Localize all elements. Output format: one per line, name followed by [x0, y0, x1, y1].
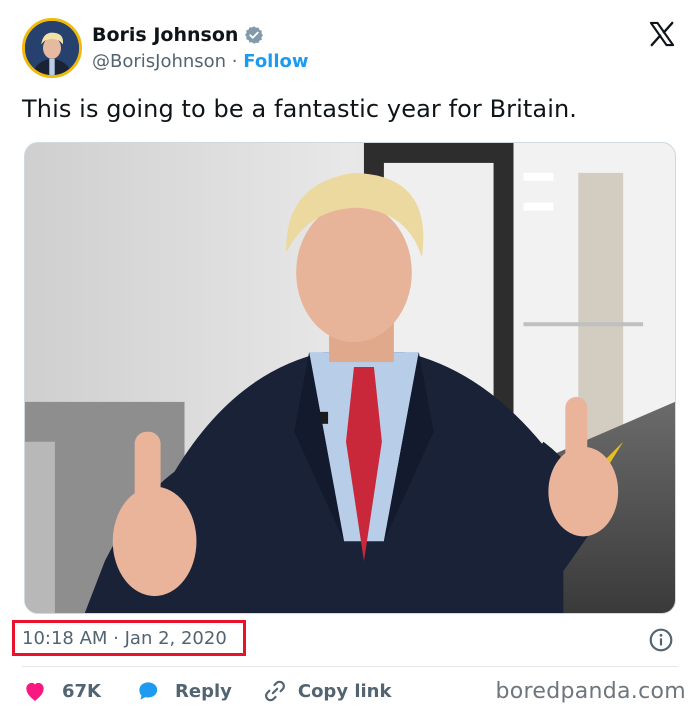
- info-icon[interactable]: [648, 627, 674, 653]
- separator: ·: [226, 51, 244, 72]
- link-icon: [264, 680, 285, 702]
- copy-link-label: Copy link: [297, 680, 392, 702]
- handle[interactable]: @BorisJohnson: [92, 51, 226, 72]
- verified-badge-icon: [244, 25, 264, 45]
- avatar[interactable]: [22, 18, 82, 78]
- tweet-photo[interactable]: [24, 142, 676, 614]
- reply-label: Reply: [175, 680, 232, 702]
- tweet-header: Boris Johnson @BorisJohnson · Follow: [22, 18, 678, 80]
- heart-icon: [26, 682, 44, 701]
- photo-image: [25, 143, 675, 613]
- avatar-image: [25, 21, 79, 75]
- display-name[interactable]: Boris Johnson: [92, 23, 238, 47]
- action-bar: 67K Reply Copy link: [22, 674, 391, 708]
- copy-link-button[interactable]: Copy link: [262, 678, 392, 704]
- tweet-text: This is going to be a fantastic year for…: [22, 95, 578, 123]
- author-info: Boris Johnson @BorisJohnson · Follow: [92, 23, 309, 75]
- like-count: 67K: [62, 680, 101, 702]
- follow-button[interactable]: Follow: [243, 51, 308, 72]
- speech-bubble-icon: [139, 682, 158, 700]
- timestamp[interactable]: 10:18 AM · Jan 2, 2020: [22, 626, 227, 652]
- x-logo-icon[interactable]: [648, 20, 676, 48]
- watermark: boredpanda.com: [495, 679, 686, 704]
- like-button[interactable]: 67K: [22, 678, 101, 704]
- divider: [22, 666, 678, 667]
- reply-button[interactable]: Reply: [135, 678, 232, 704]
